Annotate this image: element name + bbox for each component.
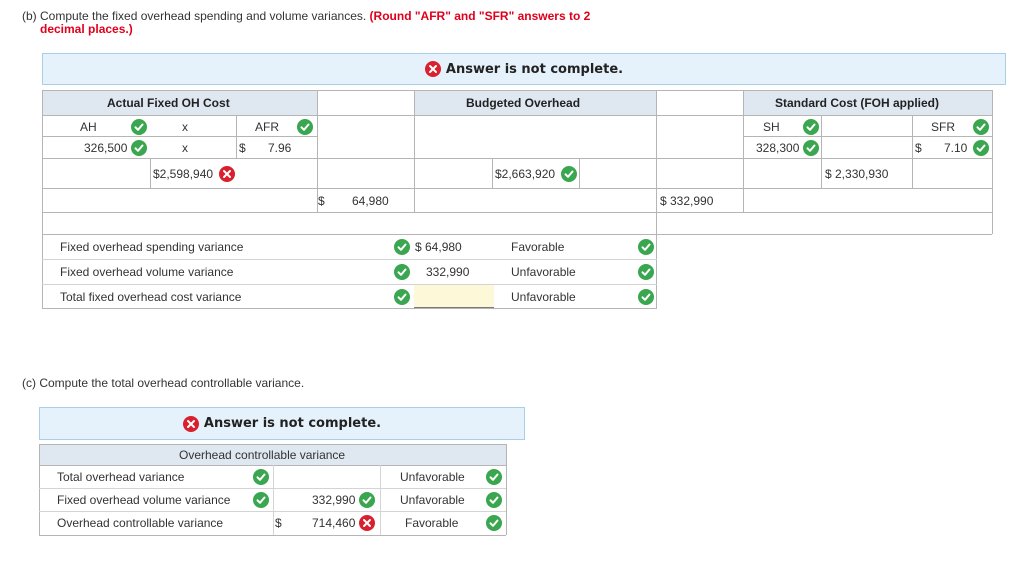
- error-icon: [424, 61, 441, 77]
- banner-text: Answer is not complete.: [445, 61, 624, 77]
- answer-banner-b: Answer is not complete.: [42, 53, 1006, 85]
- check-icon: [359, 492, 375, 508]
- controllable-row-label: Overhead controllable variance: [57, 516, 224, 530]
- check-icon: [638, 239, 654, 255]
- check-icon: [803, 119, 819, 135]
- check-icon: [394, 239, 410, 255]
- sh-label[interactable]: SH: [763, 120, 780, 134]
- check-icon: [394, 289, 410, 305]
- question-b: (b) Compute the fixed overhead spending …: [22, 9, 590, 23]
- check-icon: [486, 469, 502, 485]
- actual-header: Actual Fixed OH Cost: [107, 96, 230, 110]
- total-variance-input[interactable]: [414, 285, 494, 308]
- ah-label[interactable]: AH: [80, 120, 97, 134]
- standard-total-input[interactable]: $ 2,330,930: [825, 167, 888, 181]
- controllable-row-label: Total overhead variance: [57, 470, 185, 484]
- check-icon: [253, 492, 269, 508]
- afr-label[interactable]: AFR: [255, 120, 279, 134]
- error-icon: [359, 515, 375, 531]
- check-icon: [973, 119, 989, 135]
- variance-label: Total fixed overhead cost variance: [60, 290, 242, 304]
- dollar-sign: $: [275, 516, 282, 530]
- budget-header: Budgeted Overhead: [466, 96, 581, 110]
- check-icon: [638, 289, 654, 305]
- ah-value-input[interactable]: 326,500: [84, 141, 127, 155]
- controllable-amount-input[interactable]: 332,990: [312, 493, 355, 507]
- variance-type-select[interactable]: Favorable: [511, 240, 564, 254]
- dollar-sign: $: [239, 141, 246, 155]
- error-icon: [219, 166, 235, 182]
- check-icon: [561, 166, 577, 182]
- check-icon: [803, 140, 819, 156]
- spending-difference-input[interactable]: 64,980: [352, 194, 389, 208]
- question-b-text: (b) Compute the fixed overhead spending …: [22, 9, 367, 23]
- controllable-type-select[interactable]: Unfavorable: [400, 493, 465, 507]
- controllable-type-select[interactable]: Unfavorable: [400, 470, 465, 484]
- volume-difference-input[interactable]: $ 332,990: [660, 194, 713, 208]
- banner-text: Answer is not complete.: [203, 416, 382, 431]
- variance-amount-input[interactable]: $ 64,980: [415, 240, 462, 254]
- variance-amount-input[interactable]: 332,990: [426, 265, 469, 279]
- multiply-sign: x: [182, 120, 188, 134]
- controllable-type-select[interactable]: Favorable: [405, 516, 458, 530]
- check-icon: [973, 140, 989, 156]
- multiply-sign: x: [182, 141, 188, 155]
- variance-label: Fixed overhead volume variance: [60, 265, 234, 279]
- check-icon: [486, 492, 502, 508]
- dollar-sign: $: [318, 194, 325, 208]
- afr-value-input[interactable]: 7.96: [268, 141, 291, 155]
- question-c: (c) Compute the total overhead controlla…: [22, 376, 305, 390]
- sh-value-input[interactable]: 328,300: [756, 141, 799, 155]
- rounding-note-2: decimal places.): [40, 22, 133, 36]
- answer-banner-c: Answer is not complete.: [39, 407, 525, 440]
- check-icon: [394, 264, 410, 280]
- controllable-row-label: Fixed overhead volume variance: [57, 493, 231, 507]
- controllable-header: Overhead controllable variance: [179, 448, 346, 462]
- variance-type-select[interactable]: Unfavorable: [511, 290, 576, 304]
- check-icon: [638, 264, 654, 280]
- error-icon: [182, 415, 199, 432]
- check-icon: [131, 140, 147, 156]
- sfr-label[interactable]: SFR: [931, 120, 955, 134]
- dollar-sign: $: [915, 141, 922, 155]
- controllable-amount-input[interactable]: 714,460: [312, 516, 355, 530]
- variance-label: Fixed overhead spending variance: [60, 240, 244, 254]
- sfr-value-input[interactable]: 7.10: [944, 141, 967, 155]
- check-icon: [131, 119, 147, 135]
- rounding-note: (Round "AFR" and "SFR" answers to 2: [369, 9, 591, 23]
- check-icon: [253, 469, 269, 485]
- actual-total-input[interactable]: $2,598,940: [153, 167, 213, 181]
- budget-total-input[interactable]: $2,663,920: [495, 167, 555, 181]
- standard-header: Standard Cost (FOH applied): [775, 96, 940, 110]
- check-icon: [486, 515, 502, 531]
- variance-type-select[interactable]: Unfavorable: [511, 265, 576, 279]
- check-icon: [297, 119, 313, 135]
